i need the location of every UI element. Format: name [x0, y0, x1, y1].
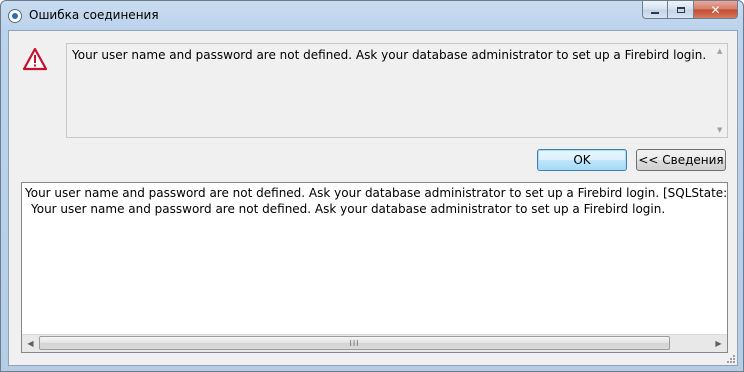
minimize-button[interactable] [642, 1, 668, 19]
window-controls: ✕ [642, 1, 738, 21]
scroll-left-icon[interactable]: ◀ [22, 335, 39, 351]
details-content: Your user name and password are not defi… [22, 183, 727, 333]
warning-triangle-icon [22, 47, 48, 71]
error-dialog-window: Ошибка соединения ✕ Your user name and p… [0, 0, 744, 372]
close-icon: ✕ [710, 2, 721, 17]
title-bar[interactable]: Ошибка соединения ✕ [1, 1, 743, 31]
details-toggle-button[interactable]: << Сведения [636, 149, 726, 171]
maximize-icon [676, 6, 685, 13]
horizontal-scrollbar[interactable]: ◀ III ▶ [22, 334, 727, 352]
scroll-down-icon[interactable]: ▼ [717, 127, 725, 134]
scroll-right-icon[interactable]: ▶ [710, 335, 727, 351]
maximize-button[interactable] [668, 1, 694, 19]
error-message-text: Your user name and password are not defi… [72, 48, 707, 62]
scrollbar-grip-icon: III [349, 338, 360, 348]
window-title: Ошибка соединения [29, 8, 159, 22]
minimize-icon [651, 11, 659, 14]
close-button[interactable]: ✕ [694, 1, 738, 19]
scrollbar-thumb[interactable]: III [39, 336, 670, 350]
details-line: Your user name and password are not defi… [31, 202, 666, 216]
error-message-box[interactable]: Your user name and password are not defi… [66, 43, 728, 138]
scroll-up-icon[interactable]: ▲ [717, 48, 725, 55]
dialog-body: Your user name and password are not defi… [8, 30, 738, 366]
resize-grip-icon[interactable] [726, 354, 736, 364]
app-globe-icon [8, 9, 22, 23]
ok-button[interactable]: OK [537, 149, 627, 171]
details-line: Your user name and password are not defi… [25, 186, 727, 200]
error-details-textarea[interactable]: Your user name and password are not defi… [21, 182, 728, 353]
